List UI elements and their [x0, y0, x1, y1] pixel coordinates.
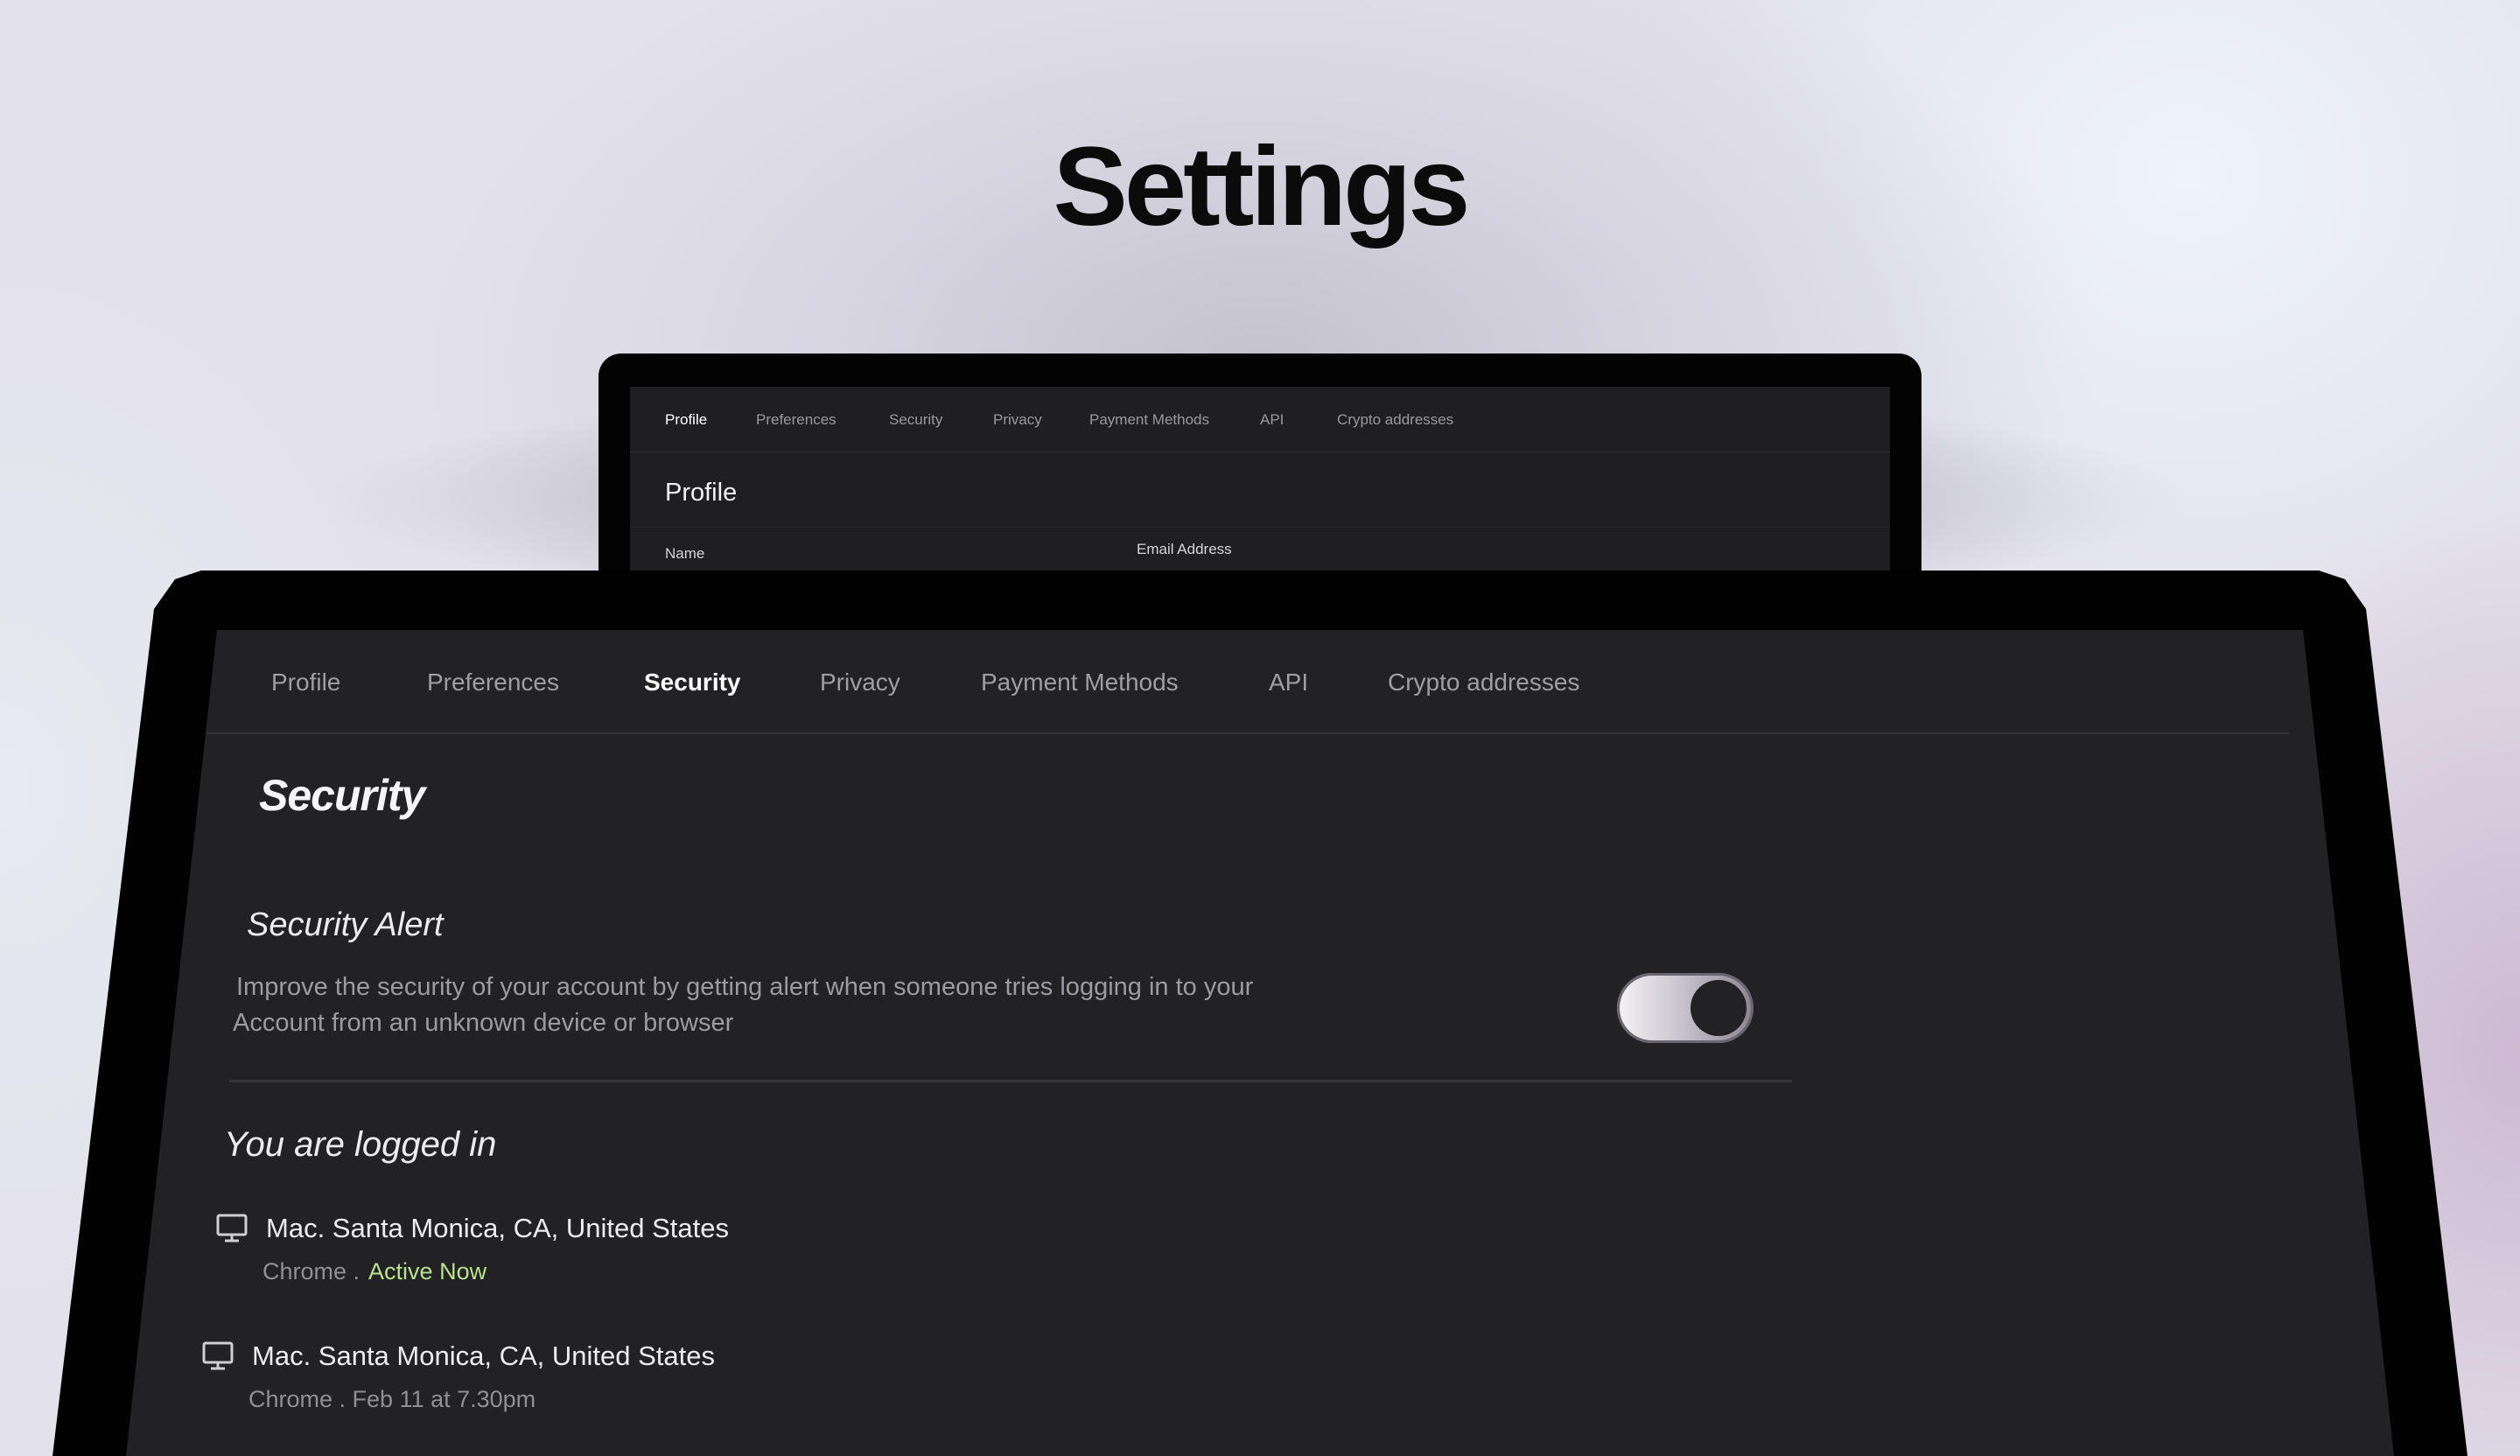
tab-crypto-addresses[interactable]: Crypto addresses: [1388, 668, 1579, 696]
back-tab-api[interactable]: API: [1260, 411, 1284, 429]
email-label: Email Address: [1137, 541, 1232, 557]
tab-bar: Profile Preferences Security Privacy Pay…: [126, 630, 2394, 733]
section-divider: [229, 1080, 1792, 1082]
session-meta: Chrome . Active Now: [262, 1258, 486, 1285]
security-alert-description-line2: Account from an unknown device or browse…: [233, 1009, 734, 1037]
security-alert-description-line1: Improve the security of your account by …: [236, 973, 1254, 1001]
session-browser: Chrome . Feb 11 at 7.30pm: [248, 1386, 536, 1412]
tab-security[interactable]: Security: [644, 668, 741, 696]
back-section-title: Profile: [665, 479, 738, 507]
back-divider: [630, 527, 1890, 528]
tab-privacy[interactable]: Privacy: [820, 668, 900, 696]
session-meta: Chrome . Feb 11 at 7.30pm: [248, 1386, 536, 1413]
monitor-icon: [216, 1214, 248, 1242]
session-browser: Chrome .: [262, 1258, 360, 1284]
page-title: Settings: [1053, 124, 1471, 249]
session-status-active: Active Now: [368, 1258, 487, 1284]
back-tab-profile[interactable]: Profile: [665, 411, 707, 429]
back-tab-crypto-addresses[interactable]: Crypto addresses: [1337, 411, 1453, 429]
monitor-icon: [202, 1341, 234, 1370]
tab-api[interactable]: API: [1269, 668, 1308, 696]
back-tab-security[interactable]: Security: [889, 411, 942, 429]
tab-bar-divider: [206, 732, 2289, 734]
session-device: Mac. Santa Monica, CA, United States: [252, 1340, 715, 1371]
tab-payment-methods[interactable]: Payment Methods: [981, 668, 1179, 696]
security-alert-toggle[interactable]: [1617, 973, 1754, 1043]
security-alert-description: Improve the security of your account by …: [233, 970, 1374, 1041]
back-tab-payment-methods[interactable]: Payment Methods: [1089, 411, 1209, 429]
back-tab-bar: Profile Preferences Security Privacy Pay…: [630, 387, 1890, 452]
security-alert-title: Security Alert: [247, 906, 444, 943]
name-label: Name: [665, 545, 705, 562]
sessions-title: You are logged in: [224, 1125, 497, 1164]
toggle-knob: [1690, 980, 1746, 1036]
back-tab-privacy[interactable]: Privacy: [993, 411, 1042, 429]
back-tab-preferences[interactable]: Preferences: [756, 411, 836, 429]
front-screen: Profile Preferences Security Privacy Pay…: [126, 630, 2394, 1456]
session-device: Mac. Santa Monica, CA, United States: [266, 1213, 729, 1243]
tab-profile[interactable]: Profile: [271, 668, 340, 696]
section-title: Security: [259, 771, 425, 820]
tab-preferences[interactable]: Preferences: [427, 668, 559, 696]
